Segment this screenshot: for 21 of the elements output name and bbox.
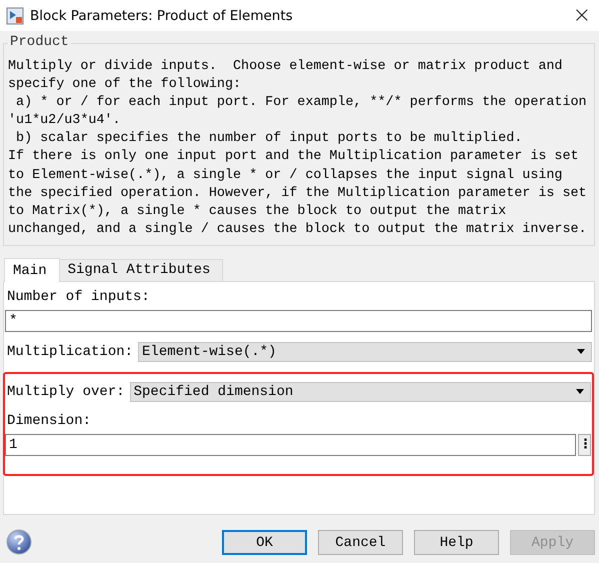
field-label: Multiplication: [7,344,134,360]
close-button[interactable]: × [572,3,591,28]
caret-icon [576,389,584,394]
help-icon[interactable] [6,529,32,555]
tab[interactable]: Main [4,258,60,282]
input-field[interactable]: * [5,310,592,332]
tab[interactable]: Signal Attributes [58,258,224,281]
caret-icon [577,349,585,354]
window-title: Block Parameters: Product of Elements [30,8,294,24]
dropdown[interactable]: Specified dimension [130,382,591,402]
input-field[interactable]: 1 [5,434,576,456]
app-icon [6,6,24,24]
description: Multiply or divide inputs. Choose element-wise or matrix product and specify one of the following: a) * or / for each input port. For example, **/* performs the operation 'u1*u2/u3*u4'. b) scalar specifies the number of input ports to be multiplied. If there is only one input port and the Multiplication parameter is set to Element-wise(.*), a single * or / collapses the input signal using the specified operation. However, if the Multiplication parameter is set to Matrix(*), a single * causes the block to output the matrix unchanged, and a single / causes the block to output the matrix inverse. [8,58,588,239]
field-label: Multiply over: [7,384,125,400]
field-label: Number of inputs: [7,288,151,306]
more-button[interactable]: ⋮ [578,434,591,456]
dropdown[interactable]: Element-wise(.*) [138,342,592,362]
field-label: Dimension: [7,412,92,430]
dialog-button[interactable]: OK [222,530,307,555]
dialog-button[interactable]: Help [414,530,499,555]
dialog-button[interactable]: Cancel [318,530,403,555]
